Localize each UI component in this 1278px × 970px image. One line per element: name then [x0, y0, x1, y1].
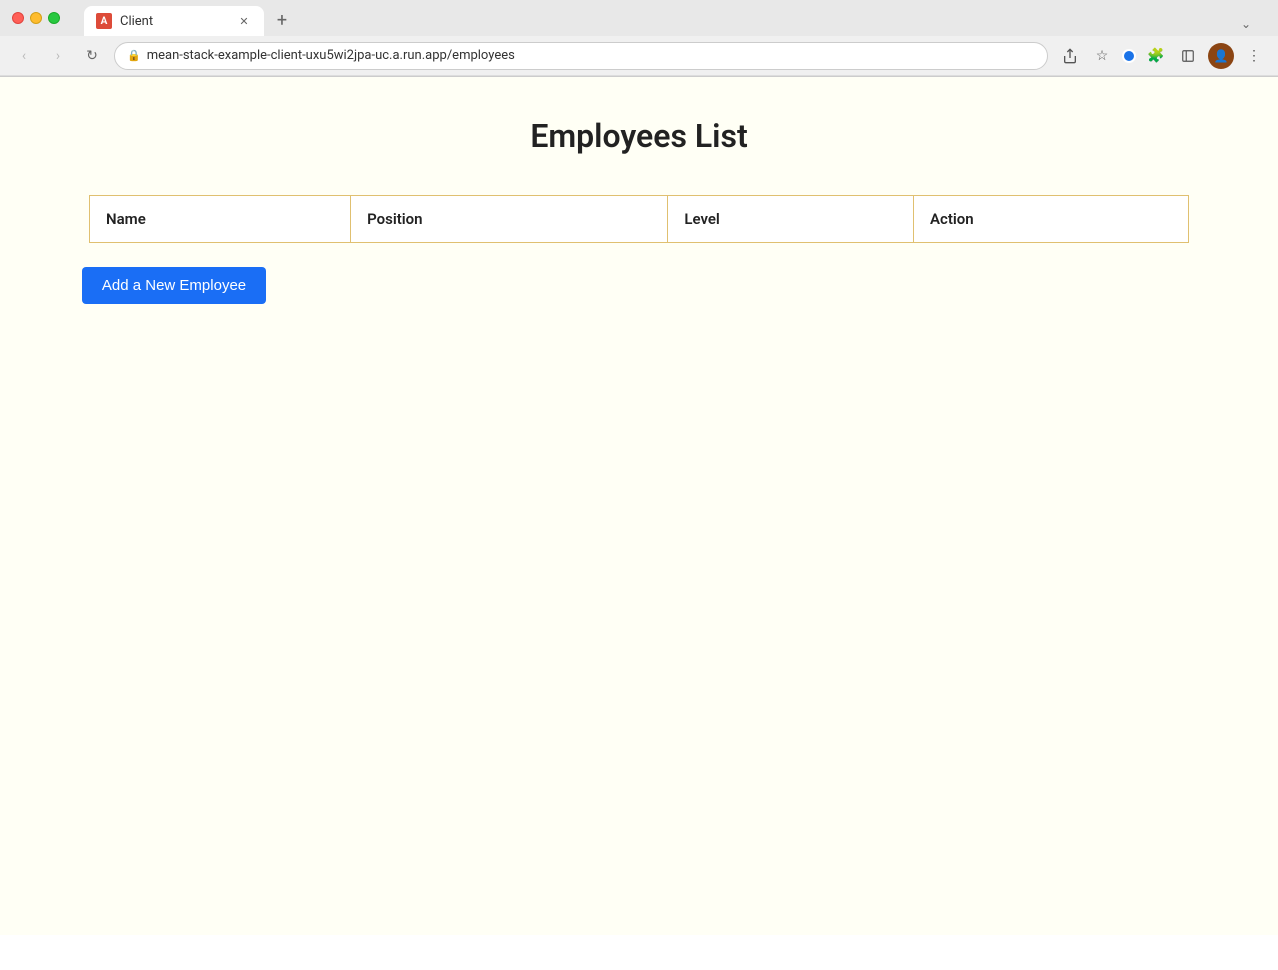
employees-table: Name Position Level Action [89, 195, 1189, 243]
url-bar[interactable]: 🔒 mean-stack-example-client-uxu5wi2jpa-u… [114, 42, 1048, 70]
toolbar-right: ☆ 🧩 👤 ⋮ [1058, 43, 1266, 69]
lock-icon: 🔒 [127, 49, 141, 62]
menu-icon[interactable]: ⋮ [1242, 44, 1266, 68]
recording-indicator [1122, 49, 1136, 63]
forward-button[interactable]: › [46, 44, 70, 68]
url-text: mean-stack-example-client-uxu5wi2jpa-uc.… [147, 48, 515, 63]
maximize-window-button[interactable] [48, 12, 60, 24]
column-header-position: Position [351, 196, 668, 243]
traffic-lights [12, 12, 60, 24]
tab-list-button[interactable]: ⌄ [1234, 12, 1258, 36]
tabs-bar: A Client ✕ + ⌄ [76, 0, 1266, 36]
new-tab-button[interactable]: + [268, 6, 296, 34]
bookmark-icon[interactable]: ☆ [1090, 44, 1114, 68]
tab-close-button[interactable]: ✕ [236, 13, 252, 29]
minimize-window-button[interactable] [30, 12, 42, 24]
browser-titlebar: A Client ✕ + ⌄ [0, 0, 1278, 36]
table-header: Name Position Level Action [90, 196, 1189, 243]
column-header-name: Name [90, 196, 351, 243]
browser-chrome: A Client ✕ + ⌄ ‹ › ↻ 🔒 mean-stack-exampl… [0, 0, 1278, 77]
back-button[interactable]: ‹ [12, 44, 36, 68]
active-tab[interactable]: A Client ✕ [84, 6, 264, 36]
sidebar-icon[interactable] [1176, 44, 1200, 68]
tab-favicon: A [96, 13, 112, 29]
address-bar: ‹ › ↻ 🔒 mean-stack-example-client-uxu5wi… [0, 36, 1278, 76]
profile-avatar[interactable]: 👤 [1208, 43, 1234, 69]
tab-title: Client [120, 14, 228, 29]
extensions-icon[interactable]: 🧩 [1144, 44, 1168, 68]
column-header-level: Level [668, 196, 914, 243]
page-content: Employees List Name Position Level Actio… [0, 77, 1278, 935]
add-employee-button[interactable]: Add a New Employee [82, 267, 266, 304]
table-header-row: Name Position Level Action [90, 196, 1189, 243]
close-window-button[interactable] [12, 12, 24, 24]
share-icon[interactable] [1058, 44, 1082, 68]
column-header-action: Action [914, 196, 1189, 243]
page-title: Employees List [20, 117, 1258, 155]
refresh-button[interactable]: ↻ [80, 44, 104, 68]
